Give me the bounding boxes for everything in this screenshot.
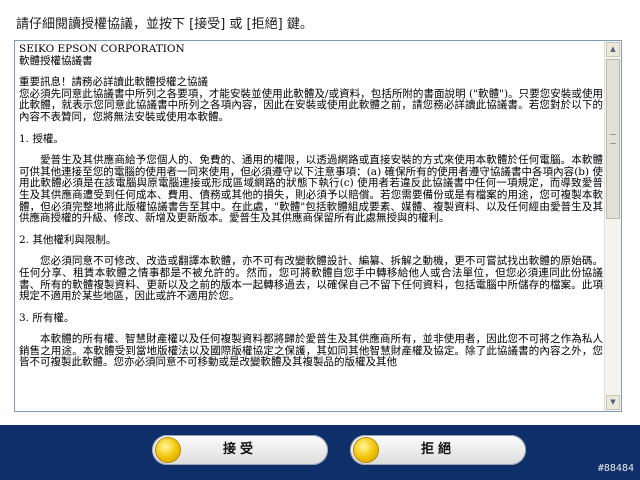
footer-code: #88484 — [597, 463, 634, 474]
footer-bar: 接受 拒絕 #88484 — [0, 425, 640, 480]
license-section3-title: 3. 所有權。 — [19, 311, 75, 324]
decline-button-label: 拒絕 — [420, 442, 455, 457]
accept-button-label: 接受 — [222, 442, 257, 457]
license-section2-body: 您必須同意不可修改、改造或翻譯本軟體，亦不可有改變軟體設計、編纂、拆解之動機，更… — [19, 255, 603, 303]
license-text: SEIKO EPSON CORPORATION 軟體授權協議書 重要訊息！請務必… — [19, 44, 603, 409]
license-notice-body: 您必須先同意此協議書中所列之各要項，才能安裝並使用此軟體及/或資料，包括所附的書… — [19, 87, 603, 123]
license-section2-title: 2. 其他權利與限制。 — [19, 233, 117, 246]
license-agreement-title: 軟體授權協議書 — [19, 54, 93, 67]
license-section3-body: 本軟體的所有權、智慧財產權以及任何複製資料都將歸於愛普生及其供應商所有，並非使用… — [19, 333, 603, 369]
license-company: SEIKO EPSON CORPORATION — [19, 44, 185, 55]
scroll-up-icon[interactable]: ▲ — [606, 42, 620, 57]
scroll-grip-icon — [610, 134, 616, 144]
accept-button[interactable]: 接受 — [152, 435, 328, 465]
scroll-down-icon[interactable]: ▼ — [606, 395, 620, 410]
license-section1-title: 1. 授權。 — [19, 132, 64, 145]
instruction-text: 請仔細閱讀授權協議，並按下 [接受] 或 [拒絕] 鍵。 — [16, 17, 313, 32]
vertical-scrollbar[interactable]: ▲ ▼ — [604, 41, 621, 411]
decline-button[interactable]: 拒絕 — [350, 435, 526, 465]
scroll-thumb[interactable] — [606, 59, 620, 219]
license-text-box[interactable]: SEIKO EPSON CORPORATION 軟體授權協議書 重要訊息！請務必… — [14, 40, 622, 412]
license-section1-body: 愛普生及其供應商給予您個人的、免費的、通用的權限，以透過網路或直接安裝的方式來使… — [19, 154, 603, 225]
